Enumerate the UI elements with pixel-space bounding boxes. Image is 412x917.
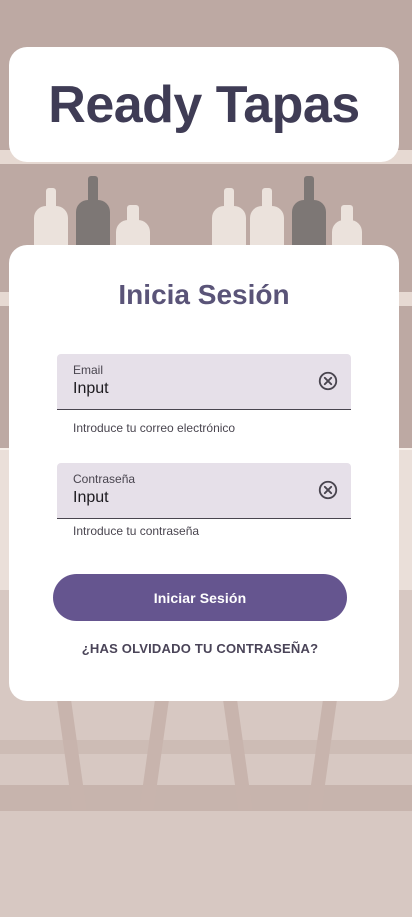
- clear-circle-icon[interactable]: [317, 370, 339, 392]
- bottle-illustration: [34, 188, 68, 248]
- clear-circle-icon[interactable]: [317, 479, 339, 501]
- email-helper-text: Introduce tu correo electrónico: [73, 421, 236, 435]
- forgot-password-link[interactable]: ¿HAS OLVIDADO TU CONTRASEÑA?: [9, 641, 391, 656]
- email-field[interactable]: Email: [57, 354, 351, 410]
- bottle-illustration: [332, 205, 362, 248]
- bottle-illustration: [250, 188, 284, 248]
- bottle-illustration: [116, 205, 150, 248]
- password-input[interactable]: [73, 489, 293, 507]
- bottle-illustration: [212, 188, 246, 248]
- bottle-illustration: [292, 176, 326, 248]
- login-button[interactable]: Iniciar Sesión: [53, 574, 347, 621]
- app-title-card: Ready Tapas: [9, 47, 399, 162]
- password-helper-text: Introduce tu contraseña: [73, 524, 200, 538]
- background-stool-bar: [0, 785, 412, 811]
- email-label: Email: [73, 363, 104, 377]
- bottle-illustration: [76, 176, 110, 248]
- password-field[interactable]: Contraseña: [57, 463, 351, 519]
- login-card: Inicia Sesión Email Introduce tu correo …: [9, 245, 399, 701]
- background-stool-bar: [0, 740, 412, 754]
- app-title: Ready Tapas: [48, 75, 360, 134]
- email-input[interactable]: [73, 380, 293, 398]
- login-heading: Inicia Sesión: [118, 279, 290, 310]
- password-label: Contraseña: [73, 472, 136, 486]
